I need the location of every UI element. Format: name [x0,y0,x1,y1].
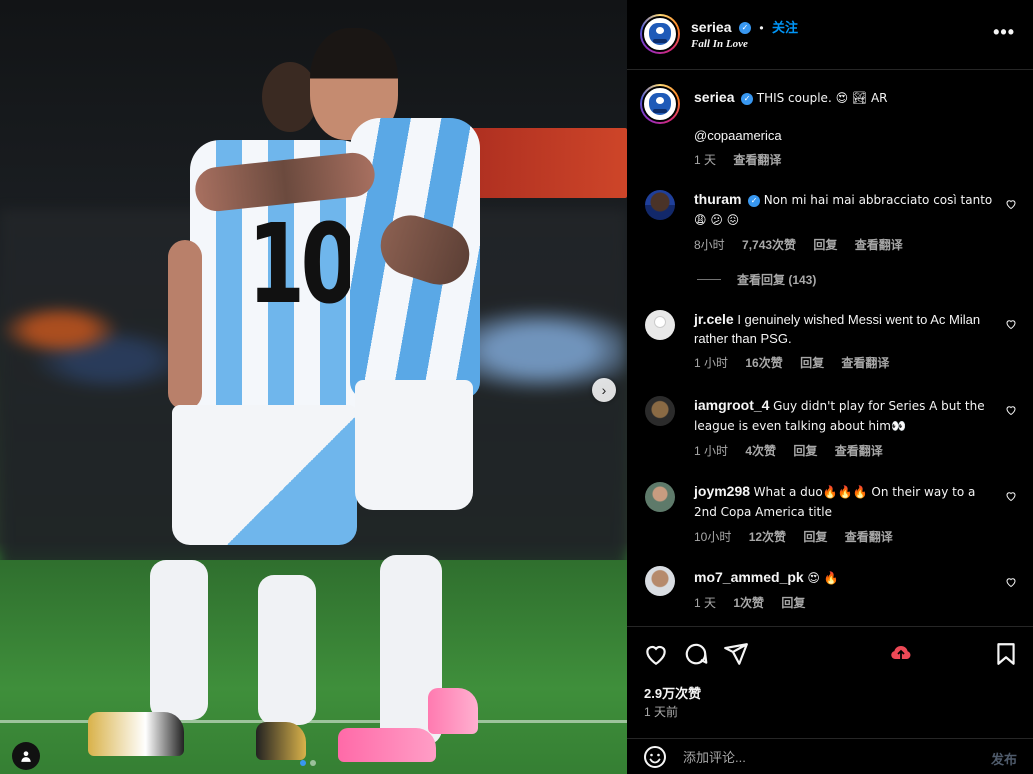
comment-username[interactable]: mo7_ammed_pk [694,569,804,585]
comment-reply-link[interactable]: 回复 [803,530,827,544]
heart-icon[interactable] [1005,490,1017,502]
verified-icon: ✓ [748,194,761,207]
comment-likes[interactable]: 12次赞 [749,530,786,544]
comment-translate-link[interactable]: 查看翻译 [845,530,893,544]
view-replies-label: 查看回复 (143) [737,273,817,287]
comment-likes[interactable]: 16次赞 [745,356,782,370]
caption: seriea ✓ THIS couple. 😍 🏞 AR @copaameric… [694,88,994,168]
carousel-dot [300,760,306,766]
comment-text: I genuinely wished Messi went to Ac Mila… [694,312,981,346]
carousel-indicator [300,760,316,766]
follow-button[interactable]: 关注 [772,20,798,35]
comment-item: joym298 What a duo🔥🔥🔥 On their way to a … [694,482,994,545]
post-photo[interactable]: 10 › [0,0,627,774]
heart-icon[interactable] [1005,404,1017,416]
comment-username[interactable]: joym298 [694,483,750,499]
post-date: 1 天前 [644,705,679,719]
comment-input[interactable] [683,746,963,768]
comment-reply-link[interactable]: 回复 [781,596,805,610]
comment-username[interactable]: iamgroot_4 [694,397,769,413]
comment-composer: 发布 [627,738,1033,774]
comment-avatar[interactable] [645,566,675,596]
comment-translate-link[interactable]: 查看翻译 [835,444,883,458]
caption-mention[interactable]: @copaamerica [694,126,994,145]
comment-time: 8小时 [694,238,725,252]
action-bar: 2.9万次赞 1 天前 [627,626,1033,738]
carousel-next-button[interactable]: › [592,378,616,402]
post-header: seriea ✓ • 关注 Fall In Love ••• [627,0,1033,70]
post-detail-panel: seriea ✓ • 关注 Fall In Love ••• seriea ✓ … [627,0,1033,774]
view-replies-button[interactable]: 查看回复 (143) [697,271,816,288]
post-comment-button[interactable]: 发布 [991,749,1017,768]
post-audio-label[interactable]: Fall In Love [691,38,748,50]
comment-translate-link[interactable]: 查看翻译 [841,356,889,370]
comment-likes[interactable]: 7,743次赞 [742,238,796,252]
comment-username[interactable]: thuram [694,191,741,207]
comment-reply-link[interactable]: 回复 [800,356,824,370]
reaction-icon[interactable] [889,642,913,666]
comment-likes[interactable]: 4次赞 [745,444,776,458]
comment-translate-link[interactable]: 查看翻译 [855,238,903,252]
serie-a-logo [648,92,672,116]
comment-time: 1 天 [694,596,717,610]
caption-username[interactable]: seriea [694,89,734,105]
comment-item: jr.cele I genuinely wished Messi went to… [694,310,994,371]
separator-dot: • [759,21,764,35]
account-username[interactable]: seriea [691,19,731,35]
caption-avatar[interactable] [640,84,680,124]
like-icon[interactable] [643,641,669,667]
emoji-icon[interactable] [643,745,667,769]
tag-people-button[interactable] [12,742,40,770]
comment-reply-link[interactable]: 回复 [793,444,817,458]
tag-people-icon [21,751,31,762]
more-icon[interactable]: ••• [993,22,1015,43]
comment-text: 😍 🔥 [807,571,839,585]
serie-a-logo [648,22,672,46]
comment-username[interactable]: jr.cele [694,311,734,327]
comment-time: 1 小时 [694,444,729,458]
chevron-right-icon: › [601,382,607,398]
comment-item: mo7_ammed_pk 😍 🔥 1 天 1次赞 回复 [694,568,994,611]
heart-icon[interactable] [1005,576,1017,588]
carousel-dot [310,760,316,766]
account-avatar[interactable] [640,14,680,54]
comment-item: thuram ✓ Non mi hai mai abbracciato così… [694,190,994,253]
likes-count[interactable]: 2.9万次赞 [644,683,701,702]
comment-icon[interactable] [683,641,709,667]
heart-icon[interactable] [1005,318,1017,330]
comments-list[interactable]: seriea ✓ THIS couple. 😍 🏞 AR @copaameric… [627,70,1033,626]
comment-avatar[interactable] [645,190,675,220]
comment-avatar[interactable] [645,396,675,426]
comment-avatar[interactable] [645,310,675,340]
comment-item: iamgroot_4 Guy didn't play for Series A … [694,396,994,459]
share-icon[interactable] [723,641,749,667]
caption-text: THIS couple. 😍 🏞 AR [756,91,888,105]
caption-time: 1 天 [694,153,717,167]
comment-time: 10小时 [694,530,732,544]
view-replies-line [697,279,721,280]
comment-likes[interactable]: 1次赞 [733,596,764,610]
comment-time: 1 小时 [694,356,729,370]
shirt-number: 10 [247,200,358,328]
comment-avatar[interactable] [645,482,675,512]
heart-icon[interactable] [1005,198,1017,210]
caption-translate-link[interactable]: 查看翻译 [733,153,781,167]
verified-icon: ✓ [738,21,751,34]
bookmark-icon[interactable] [993,641,1019,667]
comment-reply-link[interactable]: 回复 [813,238,837,252]
verified-icon: ✓ [741,92,754,105]
